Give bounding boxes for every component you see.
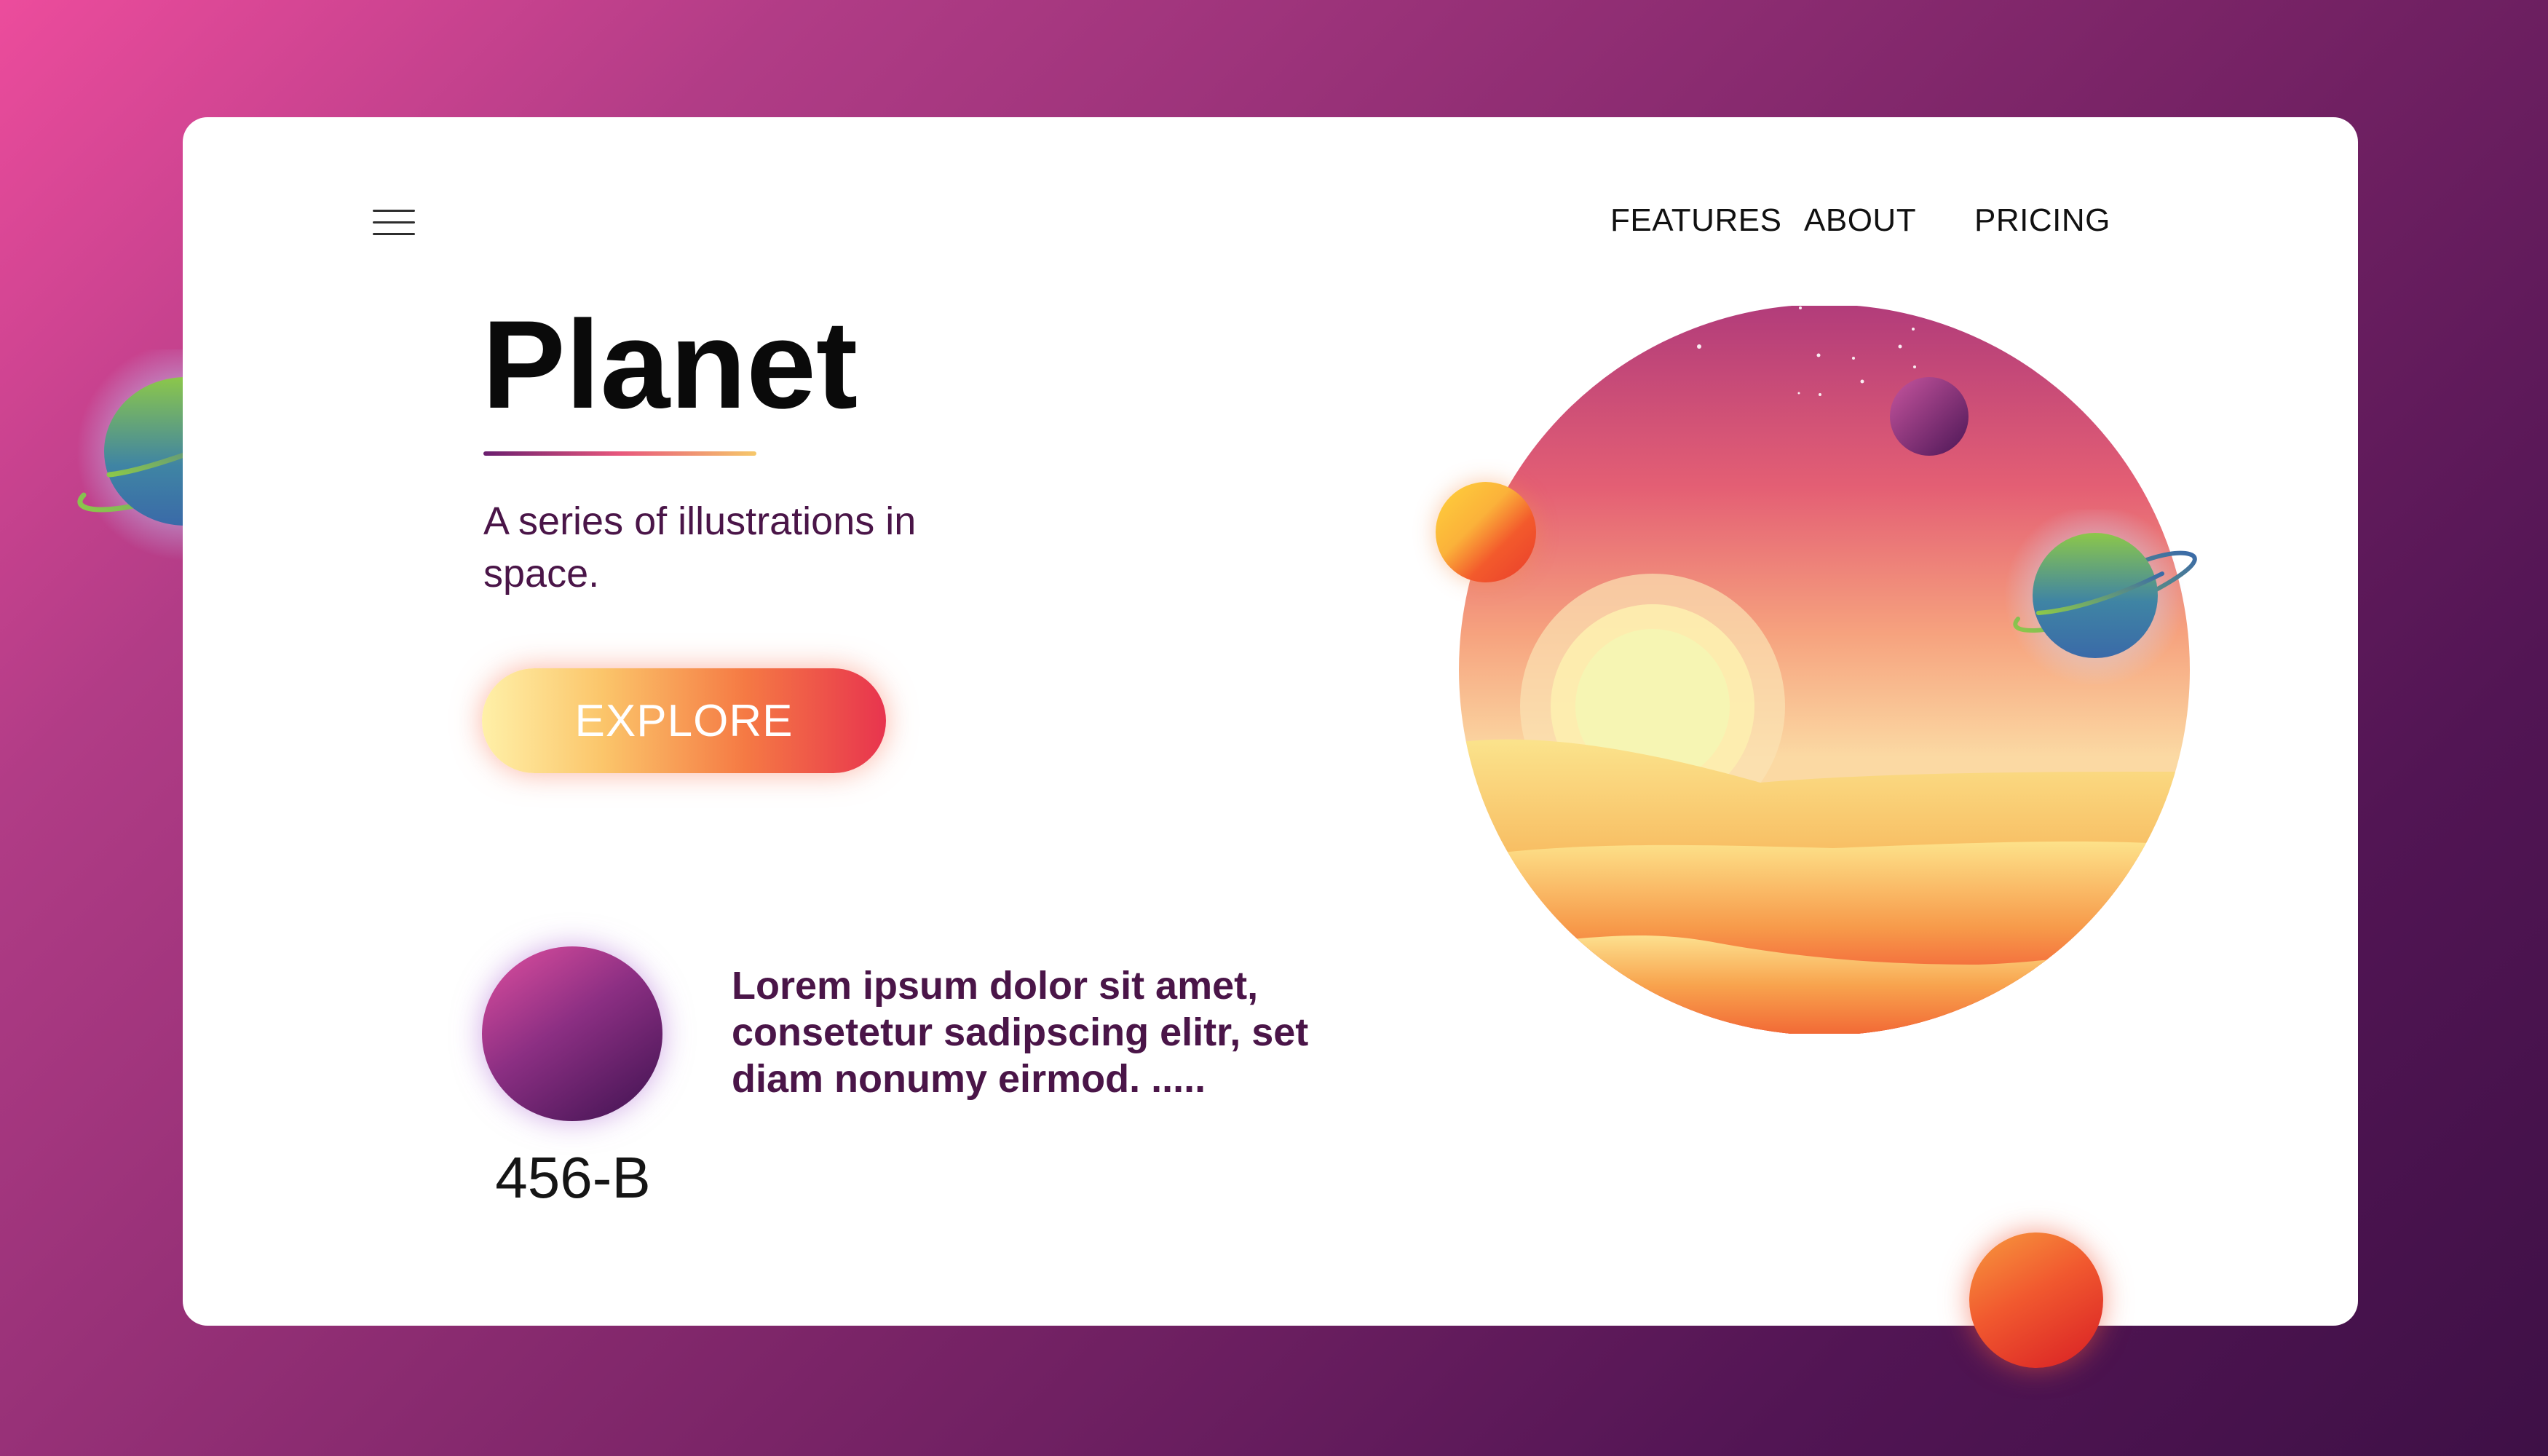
page-title: Planet xyxy=(482,295,858,435)
nav-features[interactable]: FEATURES xyxy=(1610,202,1781,239)
hamburger-menu-icon[interactable] xyxy=(373,210,415,239)
red-planet-decoration xyxy=(1969,1233,2103,1368)
ringed-planet-right-decoration xyxy=(2004,510,2197,684)
planet-thumbnail-icon xyxy=(482,946,662,1121)
explore-button[interactable]: EXPLORE xyxy=(482,668,886,773)
planet-description: Lorem ipsum dolor sit amet, consetetur s… xyxy=(732,964,1309,1101)
nav-about[interactable]: ABOUT xyxy=(1804,202,1916,239)
orange-planet-decoration xyxy=(1436,482,1536,582)
planet-name-label: 456-B xyxy=(495,1145,651,1210)
title-underline xyxy=(483,451,756,456)
nav-pricing[interactable]: PRICING xyxy=(1974,202,2110,239)
hero-subtitle: A series of illustrations in space. xyxy=(483,499,917,596)
